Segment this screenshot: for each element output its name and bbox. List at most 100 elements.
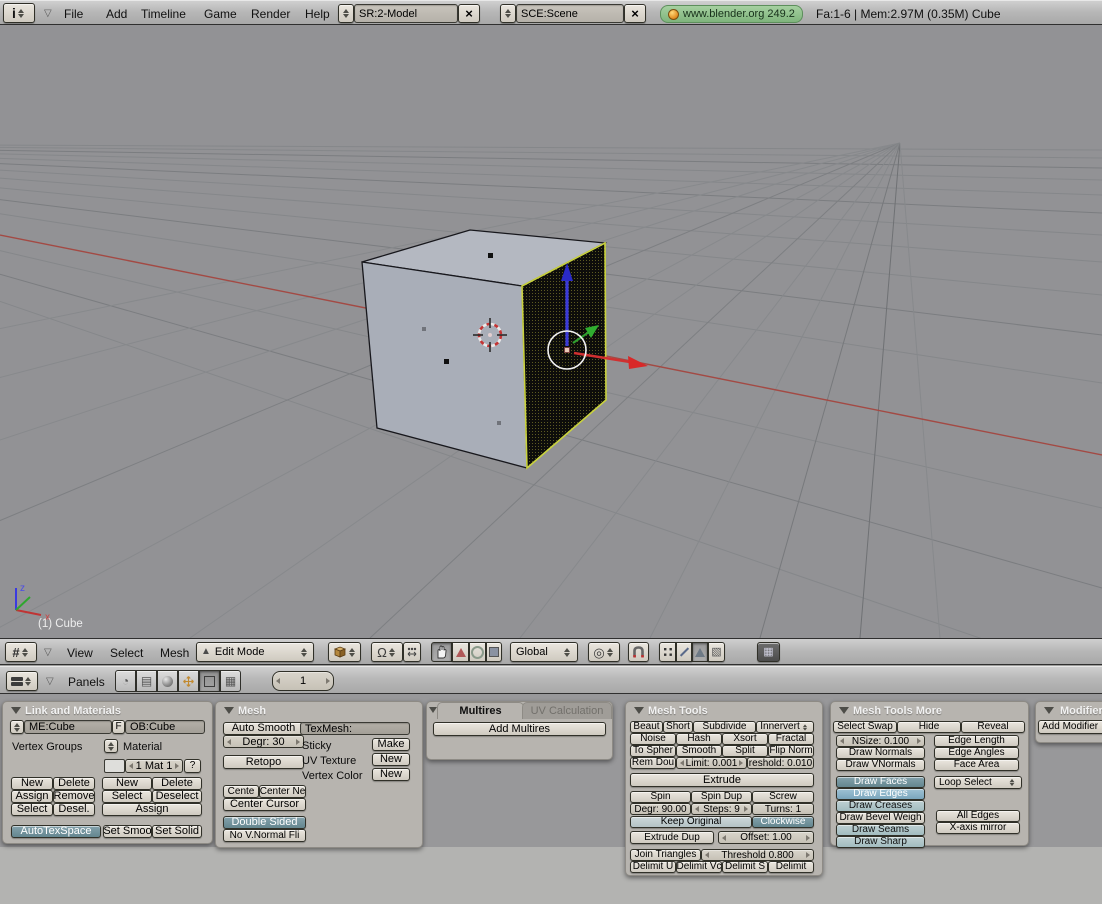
add-modifier-button[interactable]: Add Modifier [1038, 720, 1102, 734]
material-delete-button[interactable]: Delete [152, 777, 202, 790]
screen-browse-button[interactable] [338, 4, 354, 23]
menu-help[interactable]: Help [305, 7, 330, 21]
to-sphere-button[interactable]: To Spher [630, 745, 676, 757]
frame-increment-icon[interactable] [326, 678, 330, 684]
extrude-button[interactable]: Extrude [630, 773, 814, 787]
retopo-toggle[interactable]: Retopo [223, 755, 304, 769]
hash-button[interactable]: Hash [676, 733, 722, 745]
collapse-triangle-icon[interactable]: ▽ [44, 647, 52, 658]
keep-original-toggle[interactable]: Keep Original [630, 816, 752, 828]
nsize-field[interactable]: NSize: 0.100 [836, 735, 925, 747]
tab-uv-calculation[interactable]: UV Calculation [522, 702, 612, 719]
delimit-uv-toggle[interactable]: Delimit U [630, 861, 676, 873]
innervert-dropdown[interactable]: Innervert [756, 721, 814, 733]
screen-name-field[interactable]: SR:2-Model [354, 4, 458, 23]
object-context-button[interactable] [178, 670, 199, 692]
draw-mode-dropdown[interactable] [328, 642, 361, 662]
smooth-button[interactable]: Smooth [676, 745, 722, 757]
edge-angles-toggle[interactable]: Edge Angles [934, 747, 1019, 759]
menu-file[interactable]: File [64, 7, 83, 21]
screen-close-button[interactable]: × [458, 4, 480, 23]
material-help-button[interactable]: ? [184, 759, 201, 773]
set-solid-button[interactable]: Set Solid [152, 825, 202, 838]
vgroup-delete-button[interactable]: Delete [53, 777, 95, 790]
blender-version-badge[interactable]: www.blender.org 249.2 [660, 5, 803, 23]
x-axis-mirror-toggle[interactable]: X-axis mirror [936, 822, 1020, 834]
window-type-button-buttons[interactable] [6, 671, 38, 691]
cube-front-face[interactable] [362, 262, 527, 468]
viewport-3d[interactable]: z x (1) Cube [0, 25, 1102, 638]
tab-multires[interactable]: Multires [437, 702, 524, 719]
auto-smooth-toggle[interactable]: Auto Smooth [223, 722, 304, 735]
offset-field[interactable]: Offset: 1.00 [718, 831, 814, 844]
split-button[interactable]: Split [722, 745, 768, 757]
draw-bevel-weights-toggle[interactable]: Draw Bevel Weigh [836, 812, 925, 824]
delimit-toggle[interactable]: Delimit [768, 861, 814, 873]
material-deselect-button[interactable]: Deselect [152, 790, 202, 803]
vgroup-assign-button[interactable]: Assign [11, 790, 53, 803]
mesh-name-field[interactable]: ME:Cube [24, 720, 112, 734]
object-name-field[interactable]: OB:Cube [125, 720, 205, 734]
draw-seams-toggle[interactable]: Draw Seams [836, 824, 925, 836]
collapse-triangle-icon[interactable]: ▽ [44, 8, 52, 19]
shading-context-button[interactable] [157, 670, 178, 692]
face-dot[interactable] [444, 359, 449, 364]
draw-faces-toggle[interactable]: Draw Faces [836, 776, 925, 788]
draw-sharp-toggle[interactable]: Draw Sharp [836, 836, 925, 848]
logic-context-button[interactable]: ◔ [115, 670, 136, 692]
scene-context-button[interactable]: ▦ [220, 670, 241, 692]
remove-doubles-button[interactable]: Rem Dou [630, 757, 676, 769]
vgroup-new-button[interactable]: New [11, 777, 53, 790]
menu-panels[interactable]: Panels [68, 675, 105, 689]
panel-title[interactable]: Mesh Tools More [853, 705, 942, 717]
render-preview-button[interactable]: ▦ [757, 642, 780, 662]
noise-button[interactable]: Noise [630, 733, 676, 745]
panel-title[interactable]: Link and Materials [25, 705, 121, 717]
menu-add[interactable]: Add [106, 7, 127, 21]
scene-browse-button[interactable] [500, 4, 516, 23]
draw-vnormals-toggle[interactable]: Draw VNormals [836, 759, 925, 771]
panel-collapse-icon[interactable] [1044, 707, 1054, 714]
vgroup-remove-button[interactable]: Remove [53, 790, 95, 803]
frame-number-field[interactable]: 1 [272, 671, 334, 691]
vertex-select-button[interactable] [659, 642, 676, 662]
add-multires-button[interactable]: Add Multires [433, 722, 606, 736]
material-slot-field[interactable]: 1 Mat 1 [125, 759, 183, 773]
limit-field[interactable]: Limit: 0.001 [676, 757, 747, 769]
scene-name-field[interactable]: SCE:Scene [516, 4, 624, 23]
vertex-color-new-button[interactable]: New [372, 768, 410, 781]
draw-normals-toggle[interactable]: Draw Normals [836, 747, 925, 759]
panel-title[interactable]: Modifiers [1060, 705, 1102, 717]
face-dot[interactable] [488, 253, 493, 258]
clockwise-toggle[interactable]: Clockwise [752, 816, 814, 828]
center-new-button[interactable]: Center Ne [259, 785, 306, 798]
window-type-button-3dview[interactable]: # [5, 642, 37, 662]
beauty-toggle[interactable]: Beaut [630, 721, 663, 733]
spin-steps-field[interactable]: Steps: 9 [691, 803, 752, 815]
proportional-edit-dropdown[interactable]: Ω [371, 642, 403, 662]
spin-turns-field[interactable]: Turns: 1 [752, 803, 814, 815]
pivot-dropdown[interactable]: ◎ [588, 642, 620, 662]
panel-title[interactable]: Mesh Tools [648, 705, 708, 717]
scene-close-button[interactable]: × [624, 4, 646, 23]
snap-target-button[interactable] [403, 642, 421, 662]
center-button[interactable]: Cente [223, 785, 259, 798]
short-toggle[interactable]: Short [663, 721, 693, 733]
occlude-geometry-button[interactable]: ▧ [708, 642, 725, 662]
select-swap-button[interactable]: Select Swap [833, 721, 897, 733]
manipulator-toggle-button[interactable] [431, 642, 452, 662]
no-vnormal-flip-toggle[interactable]: No V.Normal Fli [223, 829, 306, 842]
spin-dup-button[interactable]: Spin Dup [691, 791, 752, 803]
sticky-make-button[interactable]: Make [372, 738, 410, 751]
screw-button[interactable]: Screw [752, 791, 814, 803]
menu-view[interactable]: View [67, 646, 93, 660]
edge-length-toggle[interactable]: Edge Length [934, 735, 1019, 747]
texmesh-field[interactable]: TexMesh: [300, 722, 410, 735]
delimit-vcol-toggle[interactable]: Delimit Vc [676, 861, 722, 873]
join-threshold-field[interactable]: Threshold 0.800 [701, 849, 814, 861]
orientation-dropdown[interactable]: Global [510, 642, 578, 662]
menu-mesh[interactable]: Mesh [160, 646, 189, 660]
panel-collapse-icon[interactable] [634, 707, 644, 714]
face-select-button[interactable] [692, 642, 708, 662]
mesh-browse-button[interactable] [10, 720, 24, 734]
